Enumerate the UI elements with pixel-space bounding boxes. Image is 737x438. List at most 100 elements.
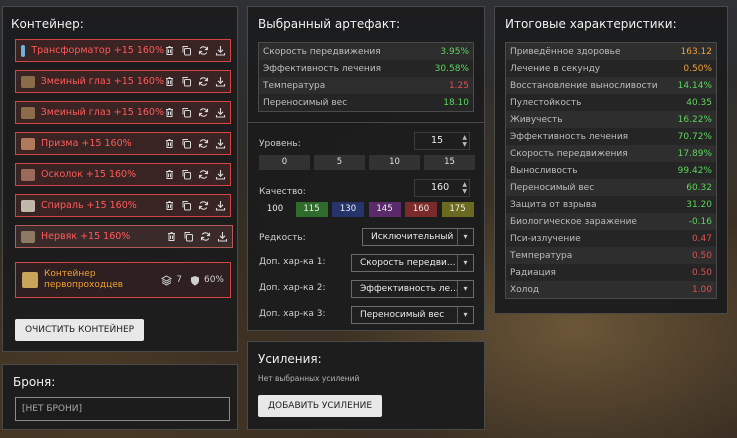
refresh-icon[interactable] — [198, 107, 209, 118]
total-value: 163.12 — [680, 46, 713, 57]
copy-icon[interactable] — [183, 231, 193, 242]
total-value: 0.50 — [691, 267, 712, 278]
copy-icon[interactable] — [181, 45, 191, 56]
refresh-icon[interactable] — [198, 45, 209, 56]
extra-stat-label: Доп. хар-ка 2: — [259, 283, 326, 293]
extra-stat-label: Доп. хар-ка 3: — [259, 309, 326, 319]
refresh-icon[interactable] — [198, 138, 209, 149]
artifact-icon — [21, 75, 35, 88]
trash-icon[interactable] — [166, 231, 176, 242]
download-icon[interactable] — [215, 45, 226, 56]
chevron-down-icon: ▾ — [457, 229, 473, 245]
copy-icon[interactable] — [181, 76, 191, 87]
level-value: 15 — [431, 135, 444, 146]
artifact-row[interactable]: Спираль +15 160% — [15, 194, 231, 217]
selected-artifact-panel: Выбранный артефакт: Скорость передвижени… — [247, 6, 485, 331]
extra-stat-select[interactable]: Эффективность ле... ▾ — [351, 280, 474, 298]
total-row: Холод 1.00 — [506, 281, 716, 298]
total-value: 31.20 — [686, 199, 712, 210]
artifact-name: Змеиный глаз +15 160% — [40, 107, 164, 118]
download-icon[interactable] — [215, 200, 226, 211]
rarity-select[interactable]: Исключительный ▾ — [362, 228, 474, 246]
trash-icon[interactable] — [164, 76, 174, 87]
quality-preset-button[interactable]: 145 — [368, 202, 401, 217]
trash-icon[interactable] — [164, 107, 174, 118]
pioneer-stats: 7 60% — [161, 274, 224, 286]
trash-icon[interactable] — [164, 138, 174, 149]
artifact-actions — [164, 107, 226, 118]
container-panel: Контейнер: Трансформатор +15 160% Змеиный… — [2, 6, 238, 352]
extra-stat-value: Переносимый вес — [360, 310, 445, 320]
download-icon[interactable] — [215, 169, 226, 180]
artifact-name: Трансформатор +15 160% — [31, 45, 164, 56]
artifact-actions — [164, 200, 226, 211]
copy-icon[interactable] — [181, 200, 191, 211]
artifact-row[interactable]: Осколок +15 160% — [15, 163, 231, 186]
download-icon[interactable] — [217, 231, 228, 242]
total-value: 16.22% — [677, 114, 712, 125]
total-value: 99.42% — [677, 165, 712, 176]
refresh-icon[interactable] — [198, 169, 209, 180]
level-preset-button[interactable]: 10 — [369, 155, 420, 170]
artifact-row[interactable]: Призма +15 160% — [15, 132, 231, 155]
rarity-value: Исключительный — [371, 232, 454, 242]
total-label: Пси-излучение — [510, 233, 581, 244]
level-preset-button[interactable]: 5 — [314, 155, 365, 170]
total-label: Пулестойкость — [510, 97, 582, 108]
total-value: 0.50 — [691, 250, 712, 261]
extra-stat-select[interactable]: Скорость передви... ▾ — [351, 254, 474, 272]
artifact-row[interactable]: Нервяк +15 160% — [15, 225, 233, 248]
copy-icon[interactable] — [181, 107, 191, 118]
extra-stat-value: Эффективность ле... — [360, 284, 459, 294]
trash-icon[interactable] — [164, 200, 174, 211]
extra-stat-select[interactable]: Переносимый вес ▾ — [351, 306, 474, 324]
quality-preset-button[interactable]: 115 — [295, 202, 328, 217]
artifact-name: Змеиный глаз +15 160% — [40, 76, 164, 87]
spinner-arrows-icon[interactable]: ▲ ▼ — [462, 181, 467, 195]
armor-field[interactable] — [15, 397, 230, 421]
total-label: Выносливость — [510, 165, 578, 176]
refresh-icon[interactable] — [200, 231, 211, 242]
level-preset-button[interactable]: 0 — [259, 155, 310, 170]
totals-panel: Итоговые характеристики: Приведённое здо… — [494, 6, 728, 314]
level-preset-button[interactable]: 15 — [424, 155, 475, 170]
copy-icon[interactable] — [181, 138, 191, 149]
level-input[interactable]: 15 ▲ ▼ — [414, 132, 470, 150]
download-icon[interactable] — [215, 138, 226, 149]
quality-preset-button[interactable]: 175 — [441, 202, 474, 217]
quality-preset-button[interactable]: 130 — [332, 202, 364, 217]
artifact-row[interactable]: Змеиный глаз +15 160% — [15, 101, 231, 124]
artifact-icon — [21, 137, 35, 150]
stat-row: Переносимый вес 18.10 — [259, 94, 473, 111]
refresh-icon[interactable] — [198, 200, 209, 211]
quality-preset-button[interactable]: 100 — [259, 202, 291, 217]
level-label: Уровень: — [259, 139, 301, 149]
pioneer-container-name: Контейнер первопроходцев — [44, 269, 161, 291]
pioneer-name-line2: первопроходцев — [44, 280, 124, 290]
total-row: Биологическое заражение -0.16 — [506, 213, 716, 230]
artifact-row[interactable]: Трансформатор +15 160% — [15, 39, 231, 62]
totals-title: Итоговые характеристики: — [505, 17, 677, 31]
total-row: Защита от взрыва 31.20 — [506, 196, 716, 213]
armor-title: Броня: — [13, 375, 56, 389]
stat-label: Температура — [263, 80, 326, 91]
pioneer-container[interactable]: Контейнер первопроходцев 7 60% — [15, 262, 231, 298]
quality-preset-button[interactable]: 160 — [405, 202, 437, 217]
stat-value: 18.10 — [443, 97, 469, 108]
spinner-arrows-icon[interactable]: ▲ ▼ — [462, 134, 467, 148]
artifact-icon — [21, 106, 35, 119]
refresh-icon[interactable] — [198, 76, 209, 87]
artifact-row[interactable]: Змеиный глаз +15 160% — [15, 70, 231, 93]
shield-icon — [190, 275, 199, 285]
trash-icon[interactable] — [164, 45, 174, 56]
copy-icon[interactable] — [181, 169, 191, 180]
download-icon[interactable] — [215, 107, 226, 118]
trash-icon[interactable] — [164, 169, 174, 180]
artifact-icon — [21, 44, 26, 57]
total-row: Пулестойкость 40.35 — [506, 94, 716, 111]
download-icon[interactable] — [215, 76, 226, 87]
clear-container-button[interactable]: ОЧИСТИТЬ КОНТЕЙНЕР — [15, 319, 145, 341]
add-boost-button[interactable]: ДОБАВИТЬ УСИЛЕНИЕ — [258, 395, 383, 417]
total-row: Температура 0.50 — [506, 247, 716, 264]
quality-input[interactable]: 160 ▲ ▼ — [414, 179, 470, 197]
